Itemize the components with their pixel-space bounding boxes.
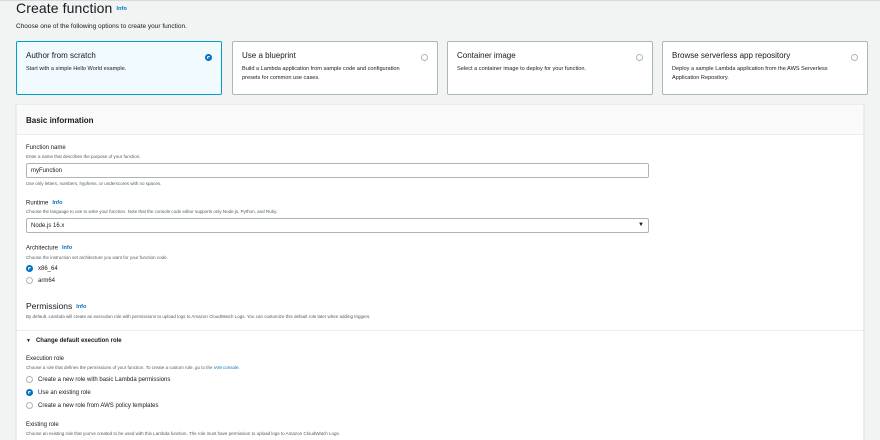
top-divider xyxy=(0,0,880,1)
option-label: Create a new role from AWS policy templa… xyxy=(38,402,159,409)
execution-role-description: Choose a role that defines the permissio… xyxy=(26,365,240,370)
execution-role-option-use-existing[interactable]: Use an existing role xyxy=(26,389,91,396)
radio-unselected-icon[interactable] xyxy=(26,277,33,284)
execution-role-option-create-basic[interactable]: Create a new role with basic Lambda perm… xyxy=(26,376,170,383)
execution-role-label: Execution role xyxy=(26,356,65,362)
runtime-label: Runtime Info xyxy=(26,200,62,207)
tile-description: Build a Lambda application from sample c… xyxy=(242,66,400,81)
architecture-option-x86-64[interactable]: x86_64 xyxy=(26,265,58,272)
tile-description: Deploy a sample Lambda application from … xyxy=(672,66,828,81)
runtime-label-text: Runtime xyxy=(26,200,49,207)
tile-container-image[interactable]: Container image Select a container image… xyxy=(447,41,653,95)
function-name-hint: Use only letters, numbers, hyphens, or u… xyxy=(26,181,162,186)
option-label: Create a new role with basic Lambda perm… xyxy=(38,376,171,383)
expander-label: Change default execution role xyxy=(35,338,122,344)
iam-console-link[interactable]: IAM console xyxy=(214,365,239,370)
tile-browse-serverless-app-repository[interactable]: Browse serverless app repository Deploy … xyxy=(662,41,868,95)
architecture-label-text: Architecture xyxy=(26,245,59,252)
page-title-text: Create function xyxy=(16,0,113,16)
tile-author-from-scratch[interactable]: Author from scratch Start with a simple … xyxy=(16,41,222,95)
radio-unselected-icon[interactable] xyxy=(26,376,33,383)
change-default-execution-role-toggle[interactable]: ▼ Change default execution role xyxy=(26,338,122,344)
existing-role-description: Choose an existing role that you've crea… xyxy=(26,431,341,436)
radio-selected-icon[interactable] xyxy=(26,265,33,272)
architecture-description: Choose the instruction set architecture … xyxy=(26,255,168,260)
tile-title: Container image xyxy=(457,51,516,60)
info-link[interactable]: Info xyxy=(116,6,126,12)
execution-role-description-text: Choose a role that defines the permissio… xyxy=(26,365,213,370)
tile-description: Select a container image to deploy for y… xyxy=(457,66,587,72)
execution-role-option-policy-templates[interactable]: Create a new role from AWS policy templa… xyxy=(26,402,159,409)
radio-unselected-icon[interactable] xyxy=(26,402,33,409)
radio-selected-icon[interactable] xyxy=(26,389,33,396)
function-name-label: Function name xyxy=(26,145,66,151)
option-label: arm64 xyxy=(38,277,56,284)
section-divider xyxy=(17,330,863,331)
runtime-selected-value: Node.js 16.x xyxy=(31,223,65,229)
option-label: x86_64 xyxy=(38,265,58,272)
architecture-info-link[interactable]: Info xyxy=(62,245,72,251)
tile-title: Browse serverless app repository xyxy=(672,51,791,60)
page-title: Create function Info xyxy=(16,0,127,16)
permissions-heading: Permissions Info xyxy=(26,301,86,311)
option-label: Use an existing role xyxy=(38,389,91,396)
function-name-input[interactable]: myFunction xyxy=(26,163,649,178)
tile-title: Author from scratch xyxy=(26,51,96,60)
tile-description: Start with a simple Hello World example. xyxy=(26,66,127,72)
permissions-heading-text: Permissions xyxy=(26,301,73,311)
tile-use-a-blueprint[interactable]: Use a blueprint Build a Lambda applicati… xyxy=(232,41,438,95)
execution-role-description-suffix: . xyxy=(238,365,240,370)
panel-heading: Basic information xyxy=(17,105,863,135)
runtime-description: Choose the language to use to write your… xyxy=(26,209,278,214)
tile-title: Use a blueprint xyxy=(242,51,296,60)
runtime-select[interactable]: Node.js 16.x ▼ xyxy=(26,218,649,233)
page-subtitle: Choose one of the following options to c… xyxy=(16,23,187,30)
permissions-info-link[interactable]: Info xyxy=(76,304,86,310)
create-option-tiles: Author from scratch Start with a simple … xyxy=(16,41,868,95)
runtime-info-link[interactable]: Info xyxy=(52,200,62,206)
existing-role-label: Existing role xyxy=(26,422,59,428)
radio-unselected-icon[interactable] xyxy=(636,54,643,61)
radio-selected-icon[interactable] xyxy=(205,54,212,61)
radio-unselected-icon[interactable] xyxy=(421,54,428,61)
caret-down-icon: ▼ xyxy=(638,222,644,228)
radio-unselected-icon[interactable] xyxy=(851,54,858,61)
architecture-option-arm64[interactable]: arm64 xyxy=(26,277,55,284)
function-name-description: Enter a name that describes the purpose … xyxy=(26,154,141,159)
basic-information-panel: Basic information Function name Enter a … xyxy=(16,104,864,440)
caret-down-icon: ▼ xyxy=(26,338,31,344)
permissions-description: By default, Lambda will create an execut… xyxy=(26,314,371,319)
architecture-label: Architecture Info xyxy=(26,245,72,252)
